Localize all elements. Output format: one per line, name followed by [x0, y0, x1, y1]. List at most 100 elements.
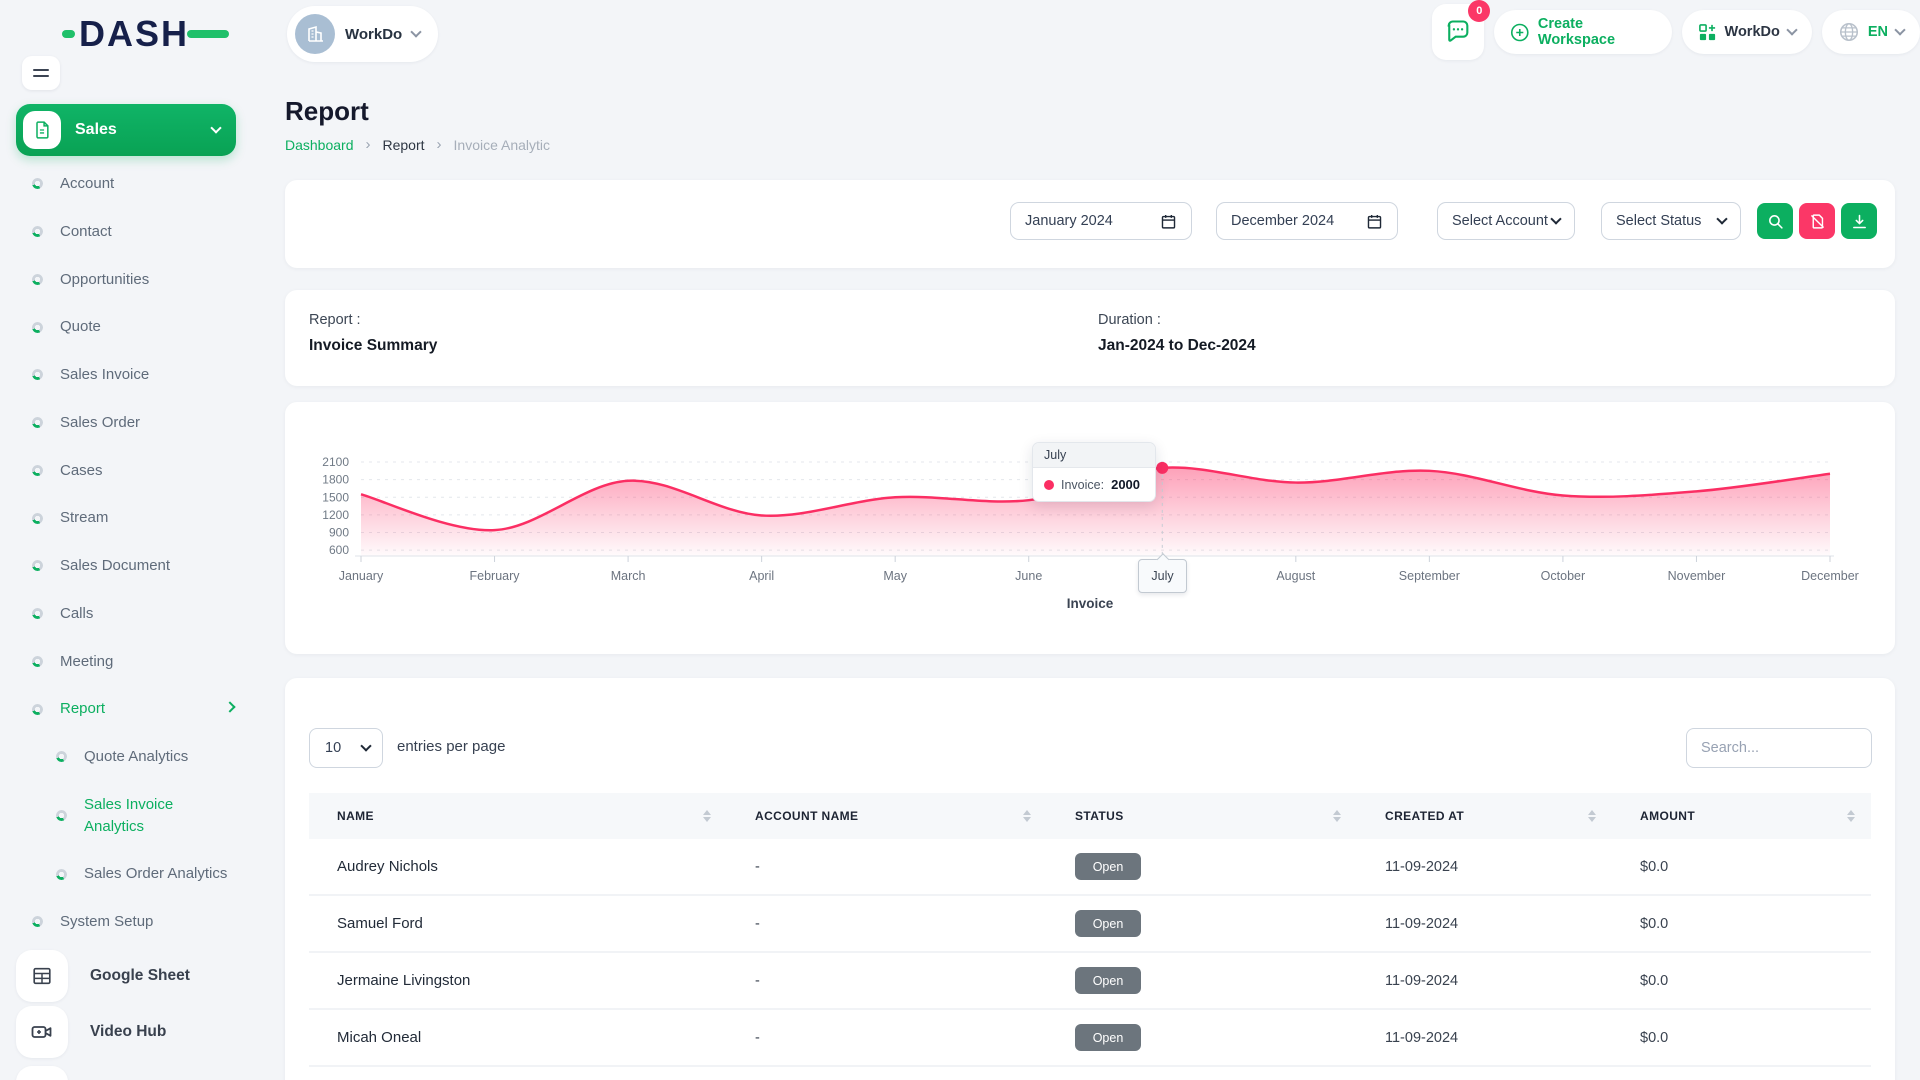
- breadcrumb-report[interactable]: Report: [383, 137, 425, 153]
- sidebar-item-sales-invoice-analytics[interactable]: Sales Invoice Analytics: [16, 781, 244, 851]
- sidebar-item-cases[interactable]: Cases: [16, 447, 244, 495]
- end-date-input[interactable]: December 2024: [1216, 202, 1398, 240]
- calendar-icon: [1160, 213, 1177, 230]
- workspace-selector[interactable]: WorkDo: [287, 6, 438, 62]
- column-header-name[interactable]: NAME: [309, 809, 727, 823]
- sidebar-item-report[interactable]: Report: [16, 685, 244, 733]
- select-account-dropdown[interactable]: Select Account: [1437, 202, 1575, 240]
- breadcrumb-separator: ›: [437, 136, 442, 153]
- cell-created-at: 11-09-2024: [1357, 973, 1612, 989]
- sidebar-item-sales-document[interactable]: Sales Document: [16, 542, 244, 590]
- sidebar-item-calls[interactable]: Calls: [16, 590, 244, 638]
- sidebar-item-label: Sales Document: [60, 555, 170, 577]
- sidebar-item-label: Calls: [60, 603, 93, 625]
- sidebar-item-account[interactable]: Account: [16, 160, 244, 208]
- header-actions: 0 Create Workspace WorkDo EN: [1432, 0, 1920, 64]
- ring-icon: [32, 656, 43, 667]
- svg-text:September: September: [1399, 569, 1460, 583]
- cell-name: Jermaine Livingston: [309, 972, 727, 989]
- svg-text:January: January: [339, 569, 384, 583]
- sort-icon[interactable]: [1847, 810, 1855, 822]
- entries-per-page-select[interactable]: 10: [309, 728, 383, 768]
- cell-account: -: [727, 973, 1047, 989]
- sort-icon[interactable]: [1023, 810, 1031, 822]
- create-workspace-button[interactable]: Create Workspace: [1494, 10, 1671, 54]
- report-value: Invoice Summary: [309, 337, 437, 355]
- column-header-created-at[interactable]: CREATED AT: [1357, 809, 1612, 823]
- chart-legend: Invoice: [285, 596, 1895, 611]
- clear-filter-button[interactable]: [1799, 203, 1835, 239]
- cell-status: Open: [1047, 1024, 1357, 1051]
- sidebar-item-label: Quote: [60, 316, 101, 338]
- sidebar-section-sales[interactable]: Sales: [16, 104, 236, 156]
- invoice-chart-card: 6009001200150018002100JanuaryFebruaryMar…: [285, 402, 1895, 654]
- logo-dash-right: [187, 30, 229, 38]
- download-icon: [1851, 213, 1868, 230]
- sidebar-nav: AccountContactOpportunities Quote Sales In…: [16, 160, 244, 946]
- cell-account: -: [727, 916, 1047, 932]
- select-status-dropdown[interactable]: Select Status: [1601, 202, 1741, 240]
- sidebar-item-label: Sales Order: [60, 412, 140, 434]
- cell-amount: $0.0: [1612, 916, 1871, 932]
- document-icon: [23, 111, 61, 149]
- column-header-status[interactable]: STATUS: [1047, 809, 1357, 823]
- start-date-input[interactable]: January 2024: [1010, 202, 1192, 240]
- report-summary-card: [285, 290, 1895, 386]
- breadcrumb-dashboard[interactable]: Dashboard: [285, 137, 354, 153]
- sidebar-item-sales-invoice[interactable]: Sales Invoice: [16, 351, 244, 399]
- sidebar-item-sales-order-analytics[interactable]: Sales Order Analytics: [16, 850, 244, 898]
- sidebar-item-label: Sales Invoice Analytics: [84, 794, 234, 838]
- ring-icon: [32, 465, 43, 476]
- chevron-down-icon: [210, 122, 221, 133]
- sidebar-item-contact[interactable]: Contact: [16, 208, 244, 256]
- sidebar-item-system-setup[interactable]: System Setup: [16, 898, 244, 946]
- search-filter-button[interactable]: [1757, 203, 1793, 239]
- svg-text:February: February: [470, 569, 521, 583]
- sidebar-item-stream[interactable]: Stream: [16, 494, 244, 542]
- dash-logo: DASH: [62, 16, 229, 52]
- svg-text:April: April: [749, 569, 774, 583]
- svg-text:October: October: [1541, 569, 1585, 583]
- sidebar-item-quote-analytics[interactable]: Quote Analytics: [16, 733, 244, 781]
- sidebar-item-label: Quote Analytics: [84, 746, 188, 768]
- sidebar-item-google-sheet[interactable]: Google Sheet: [16, 950, 244, 1002]
- column-header-amount[interactable]: AMOUNT: [1612, 809, 1871, 823]
- svg-text:May: May: [883, 569, 907, 583]
- sort-icon[interactable]: [1588, 810, 1596, 822]
- cell-amount: $0.0: [1612, 859, 1871, 875]
- svg-text:August: August: [1276, 569, 1315, 583]
- sidebar-section-label: Sales: [75, 121, 198, 139]
- sidebar-collapse-button[interactable]: [22, 56, 60, 90]
- entries-per-page-label: entries per page: [397, 738, 505, 755]
- ring-icon: [32, 560, 43, 571]
- sidebar-item-quote[interactable]: Quote: [16, 303, 244, 351]
- download-button[interactable]: [1841, 203, 1877, 239]
- sort-icon[interactable]: [1333, 810, 1341, 822]
- ring-icon: [32, 704, 43, 715]
- language-selector[interactable]: EN: [1822, 10, 1920, 54]
- create-workspace-label: Create Workspace: [1538, 16, 1656, 48]
- sidebar-item-video-hub[interactable]: Video Hub: [16, 1006, 244, 1058]
- building-icon: [305, 24, 325, 44]
- sidebar-item-meeting[interactable]: Meeting: [16, 638, 244, 686]
- end-date-value: December 2024: [1231, 213, 1334, 229]
- ring-icon: [32, 513, 43, 524]
- sidebar-item-label: Stream: [60, 507, 108, 529]
- sidebar-item-label: Report: [60, 698, 105, 720]
- svg-text:June: June: [1015, 569, 1042, 583]
- svg-text:1800: 1800: [322, 473, 349, 487]
- sort-icon[interactable]: [703, 810, 711, 822]
- table-row: Audrey Nichols-Open11-09-2024$0.0: [309, 839, 1871, 896]
- chat-icon: [1444, 18, 1472, 46]
- messages-button[interactable]: 0: [1432, 4, 1484, 60]
- app-switcher-button[interactable]: WorkDo: [1682, 10, 1812, 54]
- calendar-icon: [1366, 213, 1383, 230]
- sidebar-item-opportunities[interactable]: Opportunities: [16, 256, 244, 304]
- sidebar-item-sales-order[interactable]: Sales Order: [16, 399, 244, 447]
- column-header-account-name[interactable]: ACCOUNT NAME: [727, 809, 1047, 823]
- ring-icon: [32, 178, 43, 189]
- sidebar-footer-stub: [16, 1066, 68, 1080]
- table-search-input[interactable]: [1686, 728, 1872, 768]
- chevron-down-icon: [360, 740, 371, 751]
- chart-tooltip: July Invoice: 2000: [1032, 442, 1156, 502]
